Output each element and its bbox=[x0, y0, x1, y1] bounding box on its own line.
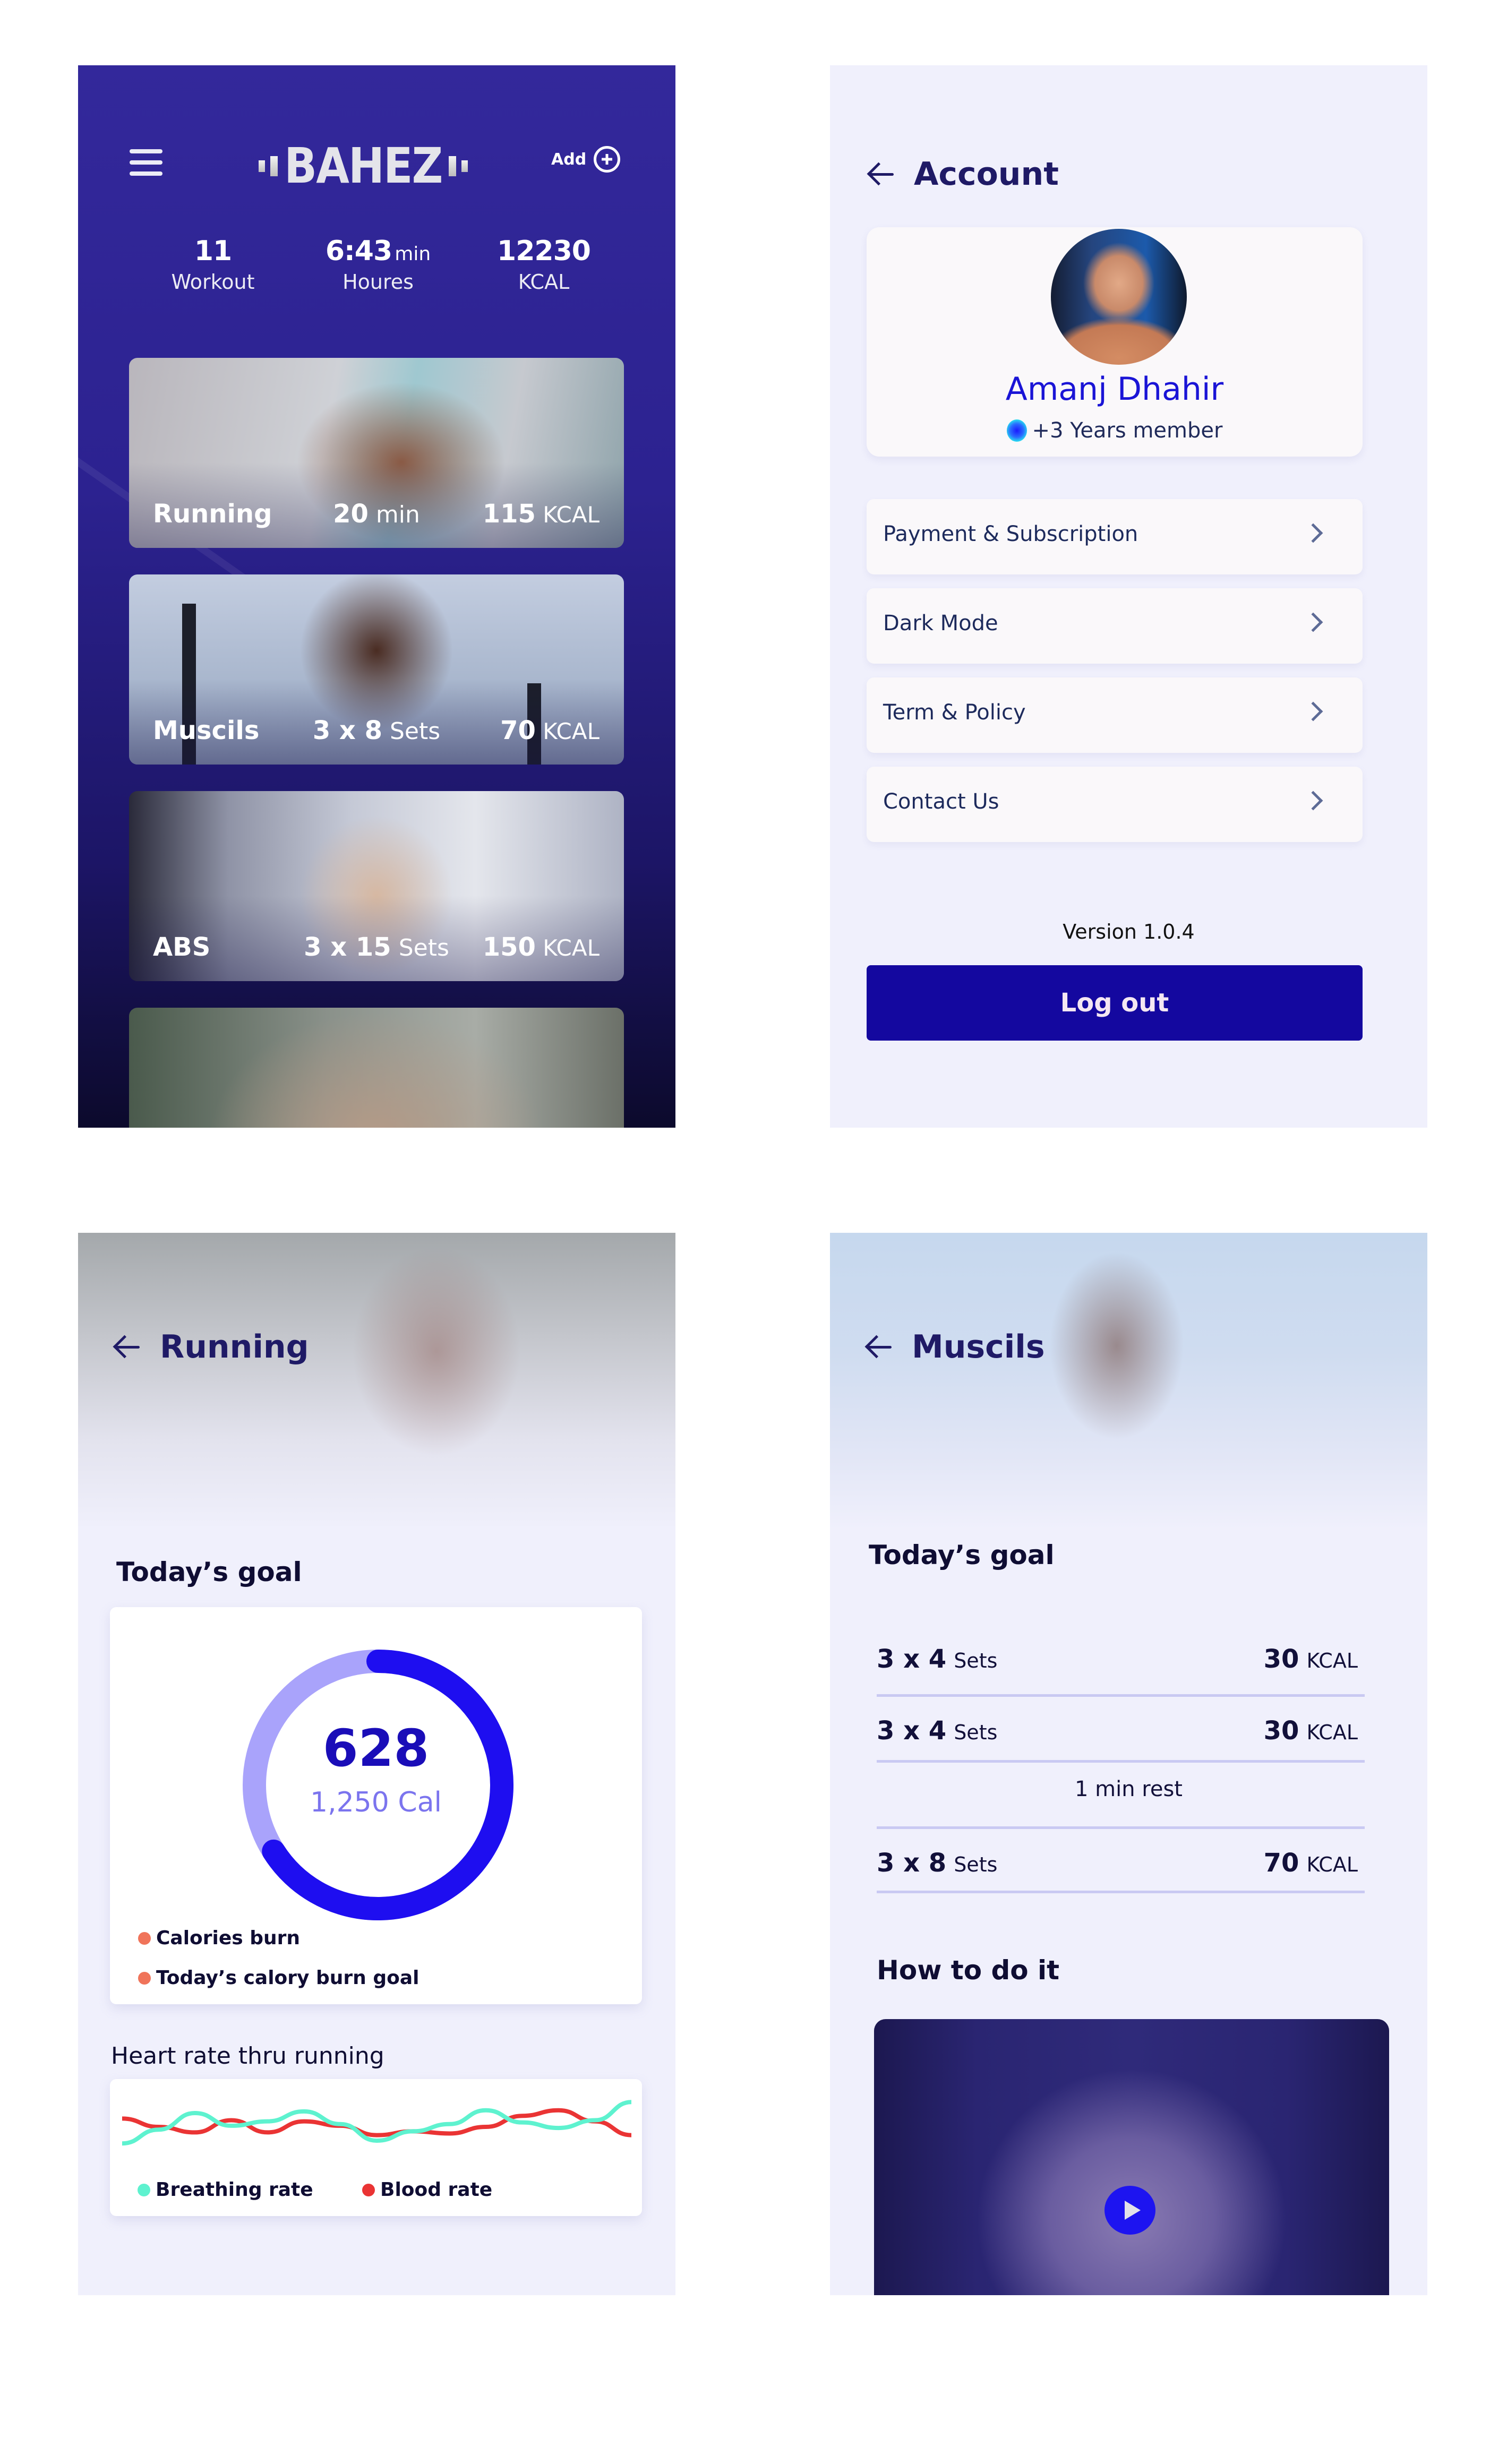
chevron-right-icon bbox=[1303, 701, 1323, 722]
workout-kcal: 115 KCAL bbox=[482, 499, 600, 529]
membership-status: +3 Years member bbox=[867, 418, 1363, 443]
add-button[interactable]: Add bbox=[551, 146, 621, 173]
back-button[interactable]: Account bbox=[867, 156, 1059, 193]
stat-value: 12230 bbox=[497, 235, 591, 267]
menu-item-label: Dark Mode bbox=[883, 611, 998, 636]
running-screen: Running Today’s goal 628 1,250 Cal Calor… bbox=[78, 1233, 675, 2295]
calorie-goal-card: 628 1,250 Cal Calories burn Today’s calo… bbox=[110, 1607, 642, 2004]
running-hero-image bbox=[78, 1233, 675, 1530]
page-title: Account bbox=[914, 156, 1059, 193]
workout-kcal: 150 KCAL bbox=[482, 932, 600, 962]
workout-card-abs[interactable]: ABS 3 x 15 Sets 150 KCAL bbox=[129, 791, 624, 981]
heart-rate-card: Breathing rate Blood rate bbox=[110, 2079, 642, 2216]
stat-value: 6:43 bbox=[325, 235, 392, 267]
page-title: Muscils bbox=[912, 1328, 1045, 1366]
divider bbox=[877, 1891, 1365, 1893]
legend-dot bbox=[362, 2183, 375, 2196]
stat-value: 11 bbox=[194, 235, 232, 267]
divider bbox=[877, 1826, 1365, 1829]
app-version: Version 1.0.4 bbox=[1063, 920, 1195, 943]
stat-workout: 11 Workout bbox=[133, 235, 293, 294]
menu-item-label: Term & Policy bbox=[883, 700, 1026, 725]
calorie-ring-chart bbox=[243, 1650, 513, 1920]
stat-kcal: 12230 KCAL bbox=[464, 235, 623, 294]
chevron-right-icon bbox=[1303, 612, 1323, 632]
chest-photo bbox=[129, 1008, 624, 1128]
chevron-right-icon bbox=[1303, 791, 1323, 811]
set-row: 3 x 4 Sets 30 KCAL bbox=[877, 1716, 1358, 1746]
menu-icon[interactable] bbox=[130, 149, 162, 176]
set-row: 3 x 8 Sets 70 KCAL bbox=[877, 1848, 1358, 1878]
stat-label: Workout bbox=[171, 270, 255, 294]
legend-goal: Today’s calory burn goal bbox=[138, 1967, 419, 1989]
logo-weight-icon bbox=[461, 160, 468, 172]
section-title: Today’s goal bbox=[116, 1557, 302, 1587]
logout-button[interactable]: Log out bbox=[867, 965, 1363, 1041]
arrow-left-icon bbox=[867, 164, 894, 185]
stat-label: KCAL bbox=[518, 270, 570, 294]
chevron-right-icon bbox=[1303, 523, 1323, 543]
heart-rate-title: Heart rate thru running bbox=[111, 2042, 384, 2070]
heart-rate-chart bbox=[122, 2100, 632, 2146]
menu-item-label: Payment & Subscription bbox=[883, 522, 1138, 546]
legend-dot bbox=[138, 2183, 150, 2196]
section-title: Today’s goal bbox=[869, 1540, 1055, 1570]
workout-kcal: 70 KCAL bbox=[500, 716, 600, 745]
back-button[interactable]: Muscils bbox=[865, 1328, 1045, 1366]
account-screen: Account Amanj Dhahir +3 Years member Pay… bbox=[830, 65, 1427, 1128]
stat-unit: min bbox=[395, 243, 431, 265]
arrow-left-icon bbox=[865, 1336, 892, 1358]
calories-goal-value: 1,250 Cal bbox=[310, 1787, 442, 1818]
workout-card-chest[interactable] bbox=[129, 1008, 624, 1128]
menu-item-payment[interactable]: Payment & Subscription bbox=[867, 499, 1363, 574]
logo-text: BAHEZ bbox=[284, 138, 443, 194]
profile-name: Amanj Dhahir bbox=[1005, 371, 1224, 408]
rest-indicator: 1 min rest bbox=[1074, 1777, 1183, 1801]
back-button[interactable]: Running bbox=[113, 1328, 309, 1366]
plus-circle-icon bbox=[594, 146, 621, 173]
menu-item-dark-mode[interactable]: Dark Mode bbox=[867, 588, 1363, 664]
stat-label: Houres bbox=[343, 270, 414, 294]
home-screen: BAHEZ Add 11 Workout 6:43 min Houres 122… bbox=[78, 65, 675, 1128]
menu-item-label: Contact Us bbox=[883, 789, 999, 814]
arrow-left-icon bbox=[113, 1336, 140, 1358]
play-icon[interactable] bbox=[1104, 2186, 1155, 2235]
set-row: 3 x 4 Sets 30 KCAL bbox=[877, 1644, 1358, 1674]
menu-item-contact[interactable]: Contact Us bbox=[867, 767, 1363, 842]
logo-weight-icon bbox=[259, 160, 265, 172]
workout-card-running[interactable]: Running 20 min 115 KCAL bbox=[129, 358, 624, 548]
logo-weight-icon bbox=[448, 156, 456, 176]
divider bbox=[877, 1760, 1365, 1763]
membership-text: +3 Years member bbox=[1032, 418, 1223, 443]
page-title: Running bbox=[160, 1328, 309, 1366]
avatar[interactable] bbox=[1051, 229, 1187, 365]
legend-calories-burn: Calories burn bbox=[138, 1927, 300, 1949]
stat-hours: 6:43 min Houres bbox=[298, 235, 458, 294]
muscils-hero-image bbox=[830, 1233, 1427, 1530]
legend-blood-rate: Blood rate bbox=[362, 2179, 492, 2201]
logo-weight-icon bbox=[270, 156, 278, 176]
app-logo: BAHEZ bbox=[259, 137, 468, 195]
menu-item-terms[interactable]: Term & Policy bbox=[867, 677, 1363, 753]
exercise-video[interactable] bbox=[874, 2019, 1389, 2295]
member-badge-icon bbox=[1006, 419, 1027, 442]
legend-dot bbox=[138, 1931, 151, 1945]
divider bbox=[877, 1694, 1365, 1697]
add-label: Add bbox=[551, 150, 587, 169]
ring-progress-arc bbox=[262, 1650, 513, 1920]
workout-card-muscils[interactable]: Muscils 3 x 8 Sets 70 KCAL bbox=[129, 574, 624, 765]
calories-burned-value: 628 bbox=[322, 1719, 430, 1778]
legend-breathing-rate: Breathing rate bbox=[138, 2179, 313, 2201]
legend-dot bbox=[138, 1971, 151, 1985]
muscils-screen: Muscils Today’s goal 3 x 4 Sets 30 KCAL … bbox=[830, 1233, 1427, 2295]
section-title: How to do it bbox=[877, 1955, 1060, 1986]
profile-card: Amanj Dhahir +3 Years member bbox=[867, 227, 1363, 457]
